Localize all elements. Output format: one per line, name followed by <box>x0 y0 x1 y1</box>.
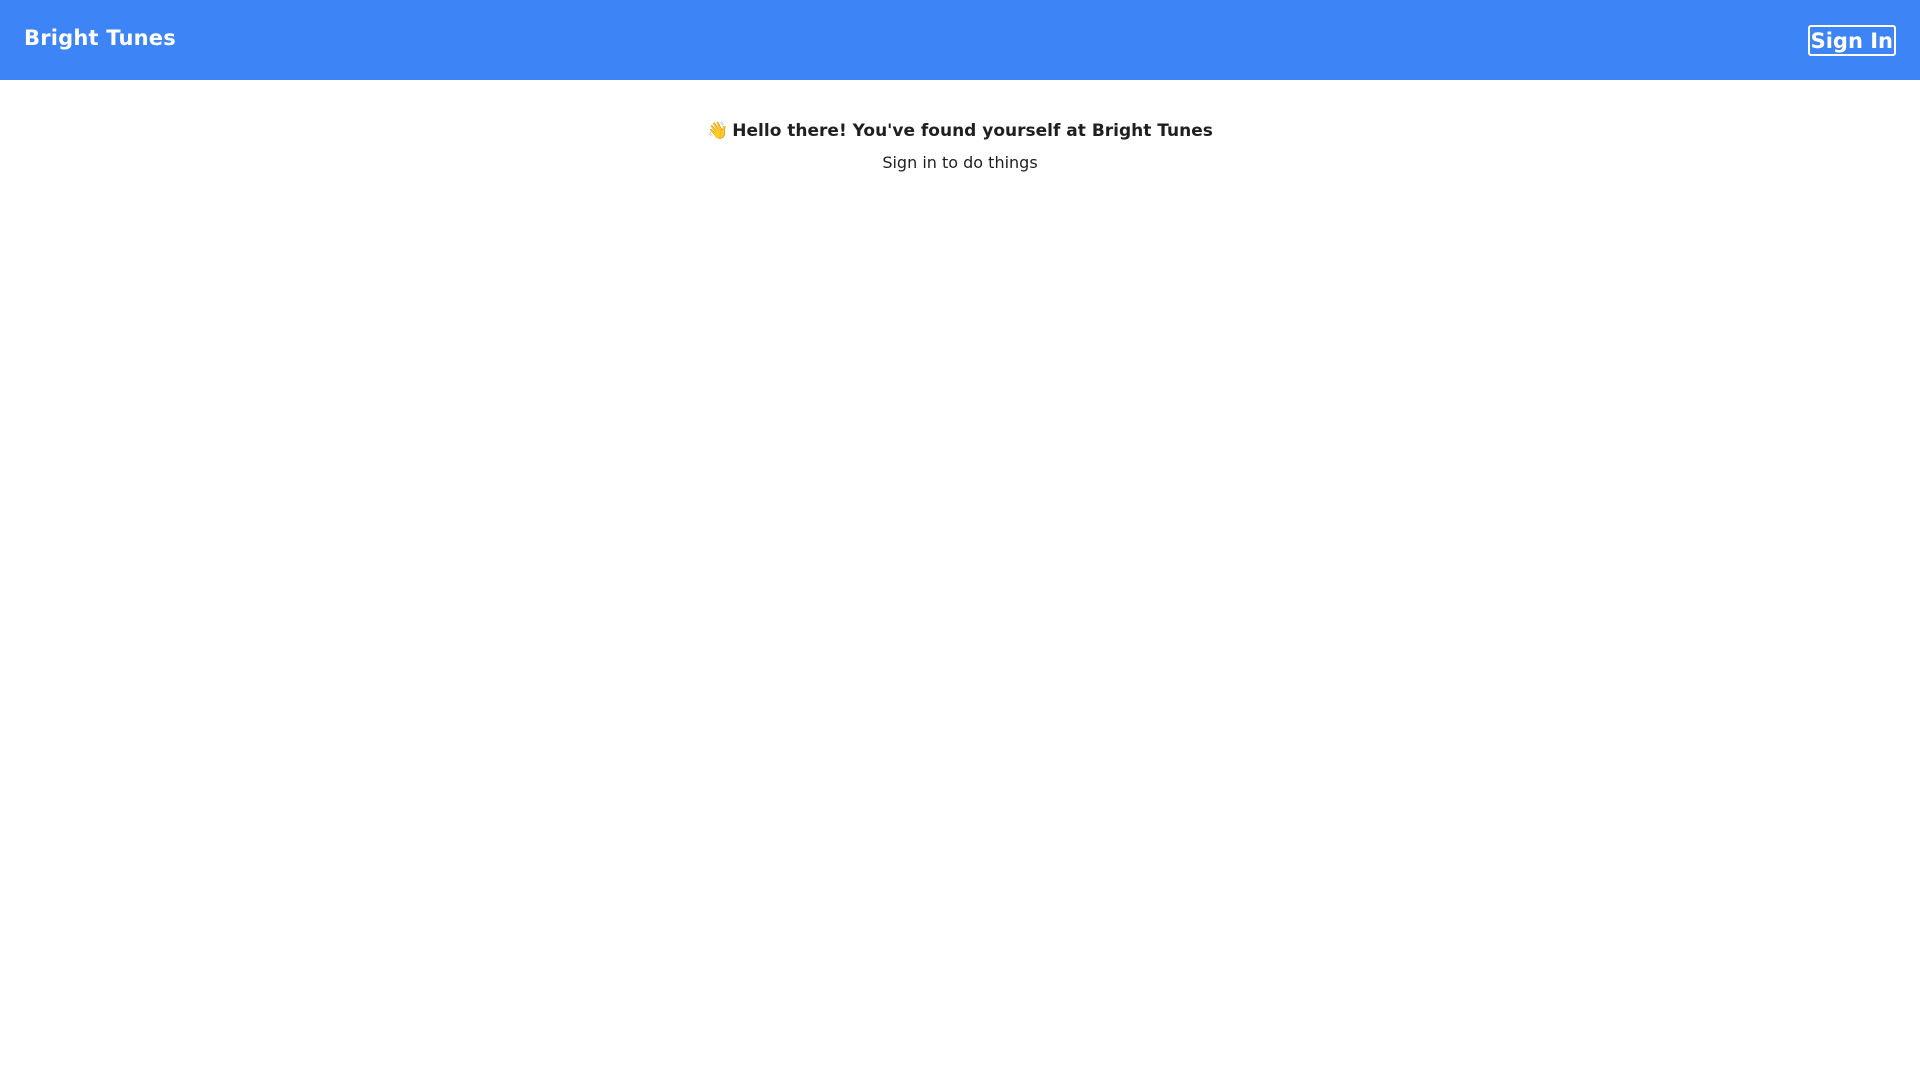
sign-in-prompt: Sign in to do things <box>882 153 1038 172</box>
main-content: 👋 Hello there! You've found yourself at B… <box>0 80 1920 174</box>
brand-title: Bright Tunes <box>24 26 176 50</box>
sign-in-button[interactable]: Sign In <box>1807 24 1896 56</box>
welcome-text: Hello there! You've found yourself at Br… <box>732 121 1213 141</box>
welcome-heading: 👋 Hello there! You've found yourself at B… <box>0 120 1920 142</box>
top-navbar: Bright Tunes Sign In <box>0 0 1920 80</box>
waving-hand-icon: 👋 <box>707 121 729 141</box>
